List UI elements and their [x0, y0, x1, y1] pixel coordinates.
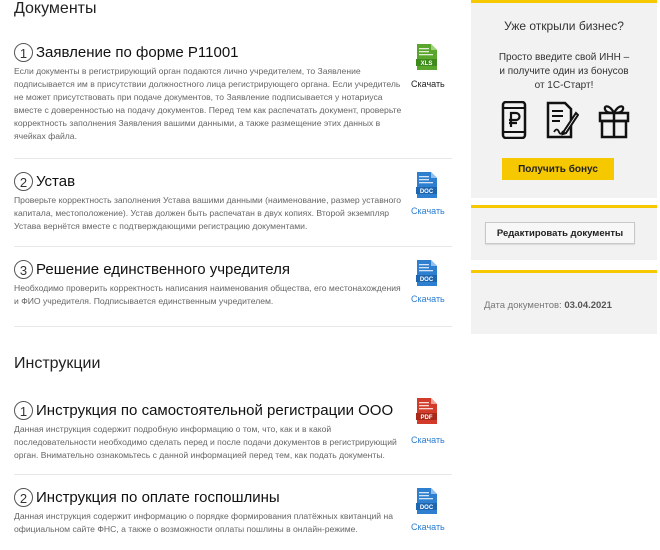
separator	[14, 246, 452, 247]
download-link[interactable]: Скачать	[411, 294, 445, 304]
svg-text:PDF: PDF	[421, 415, 433, 421]
separator	[14, 158, 452, 159]
document-description: Если документы в регистрирующий орган по…	[14, 66, 402, 141]
download-link[interactable]: Скачать	[411, 206, 445, 216]
instruction-description: Данная инструкция содержит информацию о …	[14, 511, 394, 534]
documents-section-title: Документы	[14, 0, 97, 17]
doc-file-icon[interactable]: DOC	[416, 172, 437, 198]
edit-documents-button[interactable]: Редактировать документы	[485, 222, 635, 244]
instruction-item-1: 1 Инструкция по самостоятельной регистра…	[14, 399, 454, 462]
document-item-1: 1 Заявление по форме Р11001 Если докумен…	[14, 41, 454, 143]
instruction-title[interactable]: Инструкция по самостоятельной регистраци…	[36, 402, 393, 419]
promo-line: от 1С-Старт!	[534, 80, 594, 91]
date-label: Дата документов:	[484, 300, 562, 311]
get-bonus-button[interactable]: Получить бонус	[502, 158, 614, 180]
document-description: Необходимо проверить корректность написа…	[14, 283, 401, 306]
doc-file-icon[interactable]: DOC	[416, 260, 437, 286]
edit-panel: Редактировать документы	[471, 205, 657, 260]
document-title[interactable]: Заявление по форме Р11001	[36, 44, 239, 61]
svg-text:DOC: DOC	[420, 505, 434, 511]
instructions-section-title: Инструкции	[14, 355, 101, 372]
pdf-file-icon[interactable]: PDF	[416, 398, 437, 424]
phone-ruble-icon	[501, 101, 527, 139]
item-number: 2	[14, 171, 33, 191]
download-link[interactable]: Скачать	[411, 522, 445, 532]
promo-line: и получите один из бонусов	[499, 66, 629, 77]
svg-text:XLS: XLS	[421, 61, 433, 67]
document-item-3: 3 Решение единственного учредителя Необх…	[14, 258, 454, 308]
gift-icon	[598, 105, 630, 139]
download-link[interactable]: Скачать	[411, 79, 445, 89]
panel-accent-border	[471, 0, 657, 3]
promo-panel: Уже открыли бизнес? Просто введите свой …	[471, 0, 657, 198]
document-title[interactable]: Устав	[36, 173, 75, 190]
documents-date: Дата документов: 03.04.2021	[484, 300, 612, 311]
instruction-item-2: 2 Инструкция по оплате госпошлины Данная…	[14, 486, 454, 536]
date-value: 03.04.2021	[564, 300, 612, 311]
instruction-title[interactable]: Инструкция по оплате госпошлины	[36, 489, 280, 506]
svg-text:DOC: DOC	[420, 277, 434, 283]
xls-file-icon[interactable]: XLS	[416, 44, 437, 70]
date-panel: Дата документов: 03.04.2021	[471, 270, 657, 334]
panel-accent-border	[471, 270, 657, 273]
document-title[interactable]: Решение единственного учредителя	[36, 261, 290, 278]
panel-accent-border	[471, 205, 657, 208]
doc-file-icon[interactable]: DOC	[416, 488, 437, 514]
document-description: Проверьте корректность заполнения Устава…	[14, 195, 402, 231]
svg-text:DOC: DOC	[420, 189, 434, 195]
item-number: 3	[14, 259, 33, 279]
promo-text: Просто введите свой ИНН – и получите оди…	[471, 51, 657, 93]
document-item-2: 2 Устав Проверьте корректность заполнени…	[14, 170, 454, 233]
promo-title: Уже открыли бизнес?	[504, 19, 624, 33]
instruction-description: Данная инструкция содержит подробную инф…	[14, 424, 397, 460]
document-pen-icon	[546, 101, 579, 139]
separator	[14, 326, 452, 327]
download-link[interactable]: Скачать	[411, 435, 445, 445]
item-number: 1	[14, 42, 33, 62]
item-number: 2	[14, 487, 33, 507]
promo-line: Просто введите свой ИНН –	[498, 52, 630, 63]
promo-icons	[501, 101, 631, 141]
separator	[14, 474, 452, 475]
item-number: 1	[14, 400, 33, 420]
